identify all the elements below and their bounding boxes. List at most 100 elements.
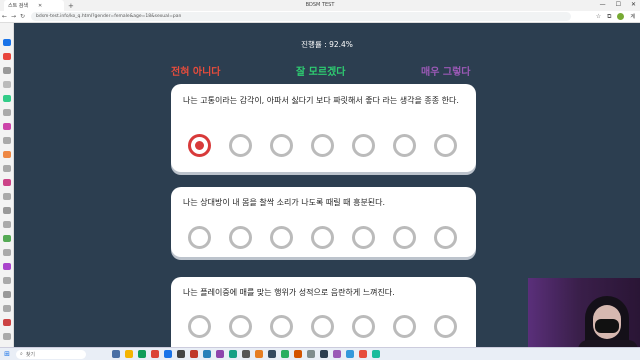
sidebar-app-icon[interactable] — [3, 53, 11, 60]
os-taskbar: ⊞ ⌕ 찾기 — [0, 347, 640, 360]
taskbar-apps — [112, 350, 380, 358]
answer-option[interactable] — [434, 134, 457, 157]
taskbar-search[interactable]: ⌕ 찾기 — [16, 349, 86, 359]
tab-title: 스트 검색 — [8, 3, 28, 9]
answer-option[interactable] — [229, 315, 252, 338]
sidebar-app-icon[interactable] — [3, 123, 11, 130]
answer-option[interactable] — [393, 315, 416, 338]
taskbar-app-icon[interactable] — [203, 350, 211, 358]
answer-option[interactable] — [434, 226, 457, 249]
maximize-button[interactable]: ☐ — [616, 1, 621, 8]
answer-option[interactable] — [270, 226, 293, 249]
taskbar-app-icon[interactable] — [255, 350, 263, 358]
answer-option[interactable] — [311, 134, 334, 157]
sidebar-app-icon[interactable] — [3, 221, 11, 228]
taskbar-app-icon[interactable] — [216, 350, 224, 358]
sidebar-app-icon[interactable] — [3, 333, 11, 340]
question-text: 나는 플레이중에 매를 맞는 행위가 성적으로 음란하게 느껴진다. — [183, 288, 395, 297]
sidebar-app-icon[interactable] — [3, 291, 11, 298]
answer-option[interactable] — [311, 226, 334, 249]
sidebar-app-icon[interactable] — [3, 193, 11, 200]
url-text: bdsm-test.info/ko_q.html?gender=female&a… — [36, 14, 182, 19]
browser-tab[interactable]: 스트 검색 ✕ — [4, 0, 64, 11]
taskbar-app-icon[interactable] — [281, 350, 289, 358]
tab-close-icon[interactable]: ✕ — [38, 3, 42, 9]
sidebar-app-icon[interactable] — [3, 137, 11, 144]
taskbar-app-icon[interactable] — [320, 350, 328, 358]
sidebar-app-icon[interactable] — [3, 151, 11, 158]
minimize-button[interactable]: — — [600, 1, 606, 8]
progress-text: 진행률 : 92.4% — [301, 40, 353, 49]
sidebar-app-icon[interactable] — [3, 179, 11, 186]
taskbar-app-icon[interactable] — [138, 350, 146, 358]
sidebar-app-icon[interactable] — [3, 109, 11, 116]
taskbar-app-icon[interactable] — [372, 350, 380, 358]
answer-option[interactable] — [229, 134, 252, 157]
taskbar-app-icon[interactable] — [190, 350, 198, 358]
close-window-button[interactable]: ✕ — [631, 1, 636, 8]
taskbar-app-icon[interactable] — [359, 350, 367, 358]
start-menu-icon[interactable]: ⊞ — [2, 350, 12, 358]
answer-option[interactable] — [352, 134, 375, 157]
taskbar-app-icon[interactable] — [112, 350, 120, 358]
answer-option[interactable] — [270, 134, 293, 157]
sidebar-app-icon[interactable] — [3, 277, 11, 284]
new-tab-icon[interactable]: + — [68, 2, 74, 10]
taskbar-app-icon[interactable] — [294, 350, 302, 358]
taskbar-app-icon[interactable] — [164, 350, 172, 358]
sidebar-app-icon[interactable] — [3, 39, 11, 46]
answer-option[interactable] — [188, 226, 211, 249]
taskbar-app-icon[interactable] — [177, 350, 185, 358]
sidebar-app-icon[interactable] — [3, 67, 11, 74]
answer-options — [188, 134, 457, 157]
sidebar-app-icon[interactable] — [3, 319, 11, 326]
taskbar-app-icon[interactable] — [125, 350, 133, 358]
forward-icon[interactable]: → — [9, 13, 18, 20]
sidebar-app-icon[interactable] — [3, 95, 11, 102]
answer-options — [188, 226, 457, 249]
sidebar-app-icon[interactable] — [3, 165, 11, 172]
sidebar-app-icon[interactable] — [3, 263, 11, 270]
answer-option[interactable] — [393, 226, 416, 249]
star-icon[interactable]: ☆ — [596, 13, 601, 20]
sidebar-app-icon[interactable] — [3, 207, 11, 214]
question-card: 나는 고통이라는 감각이, 아파서 싫다기 보다 짜릿해서 좋다 라는 생각을 … — [171, 84, 476, 172]
answer-option[interactable] — [352, 315, 375, 338]
extensions-icon[interactable]: ⧉ — [607, 13, 611, 21]
reload-icon[interactable]: ↻ — [18, 13, 27, 20]
question-text: 나는 고통이라는 감각이, 아파서 싫다기 보다 짜릿해서 좋다 라는 생각을 … — [183, 96, 459, 105]
sidebar-app-icon[interactable] — [3, 305, 11, 312]
answer-option[interactable] — [393, 134, 416, 157]
answer-option[interactable] — [188, 134, 211, 157]
taskbar-app-icon[interactable] — [151, 350, 159, 358]
profile-avatar[interactable] — [617, 13, 625, 20]
taskbar-search-placeholder: 찾기 — [25, 351, 36, 358]
taskbar-app-icon[interactable] — [242, 350, 250, 358]
window-controls: — ☐ ✕ — [600, 1, 636, 8]
window-title: BDSM TEST — [305, 2, 335, 8]
sidebar-app-icon[interactable] — [3, 81, 11, 88]
question-card: 나는 플레이중에 매를 맞는 행위가 성적으로 음란하게 느껴진다. — [171, 277, 476, 347]
taskbar-app-icon[interactable] — [268, 350, 276, 358]
answer-option[interactable] — [352, 226, 375, 249]
answer-option[interactable] — [270, 315, 293, 338]
browser-titlebar: 스트 검색 ✕ + BDSM TEST — ☐ ✕ — [0, 0, 640, 11]
taskbar-app-icon[interactable] — [307, 350, 315, 358]
taskbar-app-icon[interactable] — [333, 350, 341, 358]
answer-option[interactable] — [311, 315, 334, 338]
sidebar-app-icon[interactable] — [3, 249, 11, 256]
scale-label-disagree: 전혀 아니다 — [171, 67, 221, 78]
answer-option[interactable] — [434, 315, 457, 338]
taskbar-app-icon[interactable] — [229, 350, 237, 358]
scale-label-neutral: 잘 모르겠다 — [296, 67, 346, 78]
address-bar[interactable]: bdsm-test.info/ko_q.html?gender=female&a… — [31, 12, 571, 21]
answer-option[interactable] — [188, 315, 211, 338]
taskbar-app-icon[interactable] — [346, 350, 354, 358]
answer-option[interactable] — [229, 226, 252, 249]
browser-toolbar: ← → ↻ bdsm-test.info/ko_q.html?gender=fe… — [0, 11, 640, 23]
search-icon: ⌕ — [20, 351, 23, 357]
back-icon[interactable]: ← — [0, 13, 9, 20]
toolbar-actions: ☆ ⧉ 계 — [596, 13, 635, 21]
sidebar-app-icon[interactable] — [3, 235, 11, 242]
question-text: 나는 상대방이 내 몸을 찰싹 소리가 나도록 때릴 때 흥분된다. — [183, 198, 386, 207]
